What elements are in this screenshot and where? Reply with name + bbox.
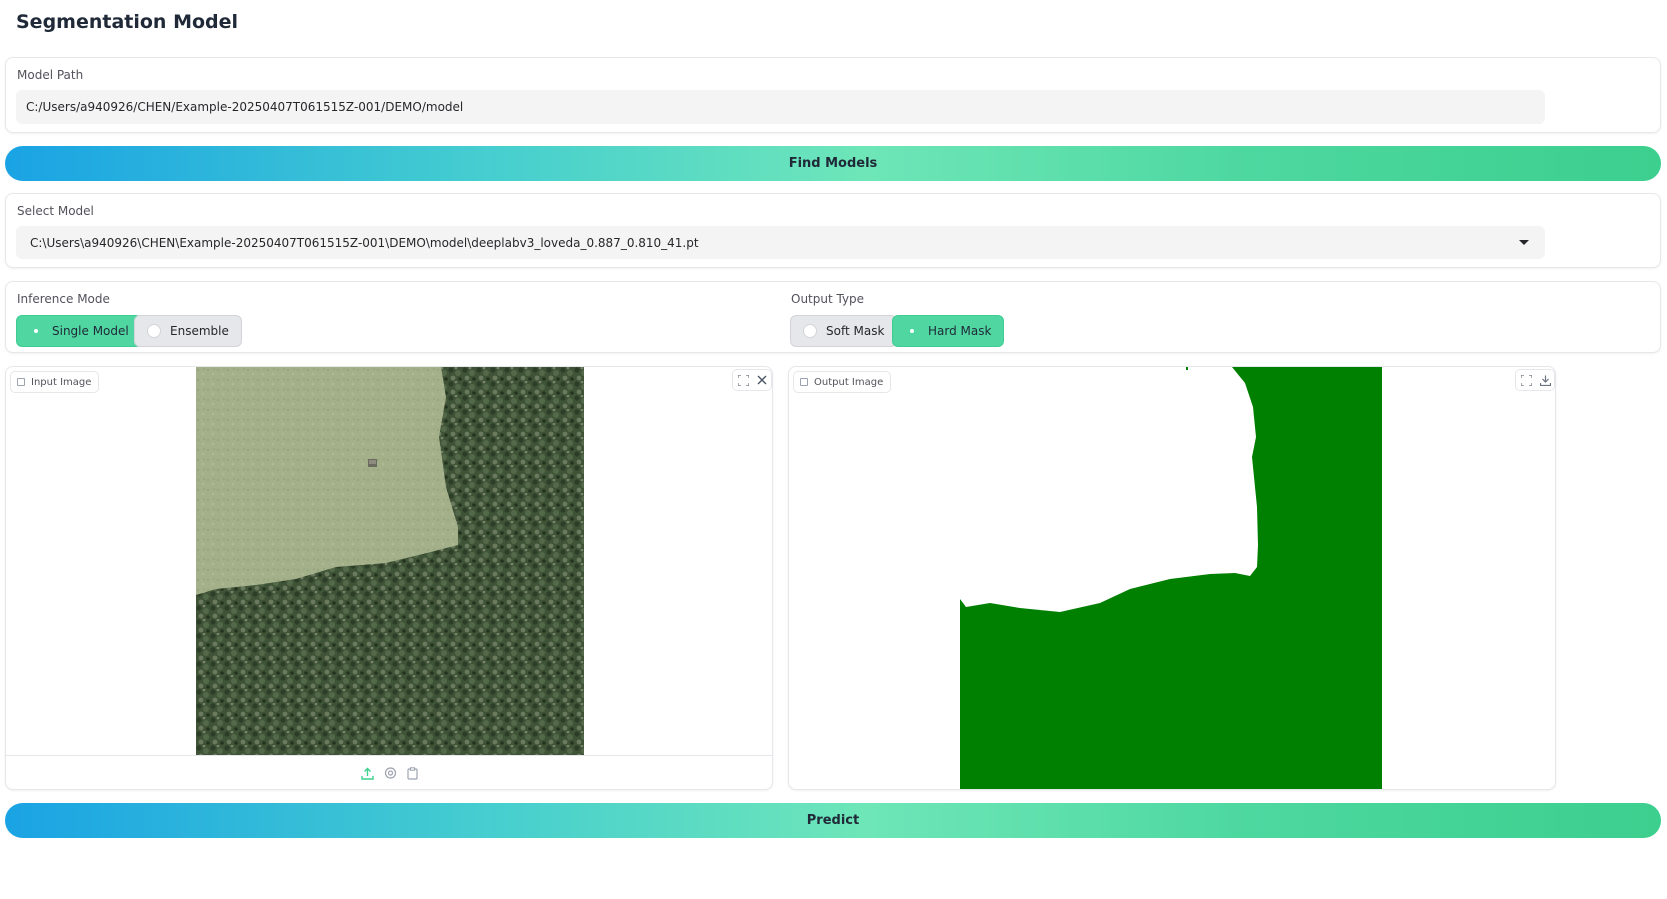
- input-aerial-image: [196, 367, 584, 755]
- fullscreen-icon[interactable]: [1517, 371, 1535, 389]
- model-path-input[interactable]: C:/Users/a940926/CHEN/Example-20250407T0…: [16, 90, 1545, 124]
- output-mask-image: [960, 367, 1382, 789]
- page-title: Segmentation Model: [16, 11, 239, 33]
- download-icon[interactable]: [1536, 371, 1554, 389]
- radio-dot-icon: [29, 324, 43, 338]
- input-image-label: Input Image: [10, 371, 100, 393]
- model-path-label: Model Path: [17, 68, 84, 82]
- image-icon: [800, 378, 808, 386]
- options-panel: Inference Mode Single Model Ensemble Out…: [5, 281, 1661, 353]
- output-image-label: Output Image: [793, 371, 892, 393]
- input-image-toolbar: [732, 369, 772, 391]
- clipboard-icon[interactable]: [403, 764, 421, 782]
- radio-hard-mask[interactable]: Hard Mask: [892, 315, 1005, 347]
- input-image-panel: Input Image: [5, 366, 773, 790]
- upload-icon[interactable]: [358, 764, 376, 782]
- fullscreen-icon[interactable]: [734, 371, 752, 389]
- select-model-value: C:\Users\a940926\CHEN\Example-20250407T0…: [30, 235, 699, 250]
- radio-soft-mask[interactable]: Soft Mask: [790, 315, 898, 347]
- output-image-panel: Output Image: [788, 366, 1556, 790]
- radio-dot-icon: [803, 324, 817, 338]
- radio-ensemble-label: Ensemble: [170, 324, 229, 338]
- radio-soft-mask-label: Soft Mask: [826, 324, 885, 338]
- image-icon: [17, 378, 25, 386]
- select-model-label: Select Model: [17, 204, 94, 218]
- output-image-label-text: Output Image: [814, 376, 884, 388]
- find-models-button[interactable]: Find Models: [5, 146, 1661, 181]
- radio-dot-icon: [147, 324, 161, 338]
- radio-single-model[interactable]: Single Model: [16, 315, 142, 347]
- select-model-panel: Select Model C:\Users\a940926\CHEN\Examp…: [5, 193, 1661, 268]
- radio-ensemble[interactable]: Ensemble: [134, 315, 242, 347]
- radio-hard-mask-label: Hard Mask: [928, 324, 992, 338]
- input-image-label-text: Input Image: [31, 376, 92, 388]
- output-image-toolbar: [1515, 369, 1555, 391]
- radio-dot-icon: [905, 324, 919, 338]
- output-type-label: Output Type: [791, 292, 865, 306]
- select-model-dropdown[interactable]: C:\Users\a940926\CHEN\Example-20250407T0…: [16, 226, 1545, 259]
- webcam-icon[interactable]: [381, 764, 399, 782]
- model-path-panel: Model Path C:/Users/a940926/CHEN/Example…: [5, 57, 1661, 133]
- radio-single-model-label: Single Model: [52, 324, 129, 338]
- close-icon[interactable]: [753, 371, 771, 389]
- inference-mode-label: Inference Mode: [17, 292, 110, 306]
- input-image-divider: [6, 755, 772, 756]
- chevron-down-icon[interactable]: [1519, 240, 1529, 245]
- predict-button[interactable]: Predict: [5, 803, 1661, 838]
